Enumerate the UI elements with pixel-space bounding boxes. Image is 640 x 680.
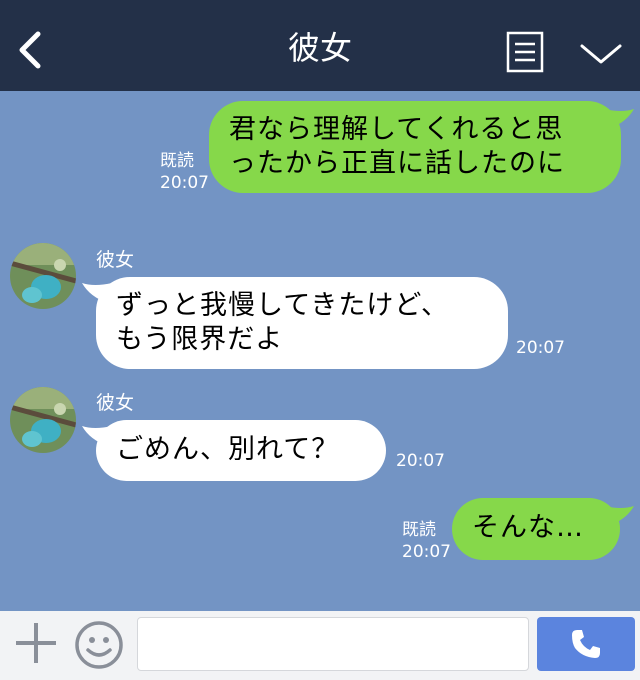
menu-icon[interactable] — [506, 31, 544, 73]
call-button[interactable] — [537, 617, 635, 671]
chat-title: 彼女 — [287, 29, 352, 67]
message-meta: 既読 20:07 — [402, 519, 451, 563]
received-message-bubble: ごめん、別れて？ — [96, 420, 386, 481]
read-label: 既読 — [160, 151, 194, 171]
message-time: 20:07 — [402, 542, 451, 562]
sent-message-bubble: そんな… — [452, 498, 620, 560]
message-time: 20:07 — [160, 173, 209, 193]
message-input[interactable] — [137, 617, 529, 671]
message-time: 20:07 — [516, 338, 565, 358]
sender-name: 彼女 — [96, 392, 135, 414]
chevron-down-icon[interactable] — [579, 40, 623, 68]
received-message-bubble: ずっと我慢してきたけど、 もう限界だよ — [96, 277, 508, 369]
read-label: 既読 — [402, 520, 436, 540]
emoji-icon[interactable] — [73, 619, 125, 671]
sent-message-bubble: 君なら理解してくれると思 ったから正直に話したのに — [209, 101, 621, 193]
plus-icon[interactable] — [14, 621, 58, 665]
message-time: 20:07 — [396, 451, 445, 471]
message-meta: 既読 20:07 — [160, 150, 209, 194]
sender-name: 彼女 — [96, 249, 135, 271]
avatar[interactable] — [10, 243, 76, 309]
avatar[interactable] — [10, 387, 76, 453]
phone-icon — [572, 630, 600, 658]
